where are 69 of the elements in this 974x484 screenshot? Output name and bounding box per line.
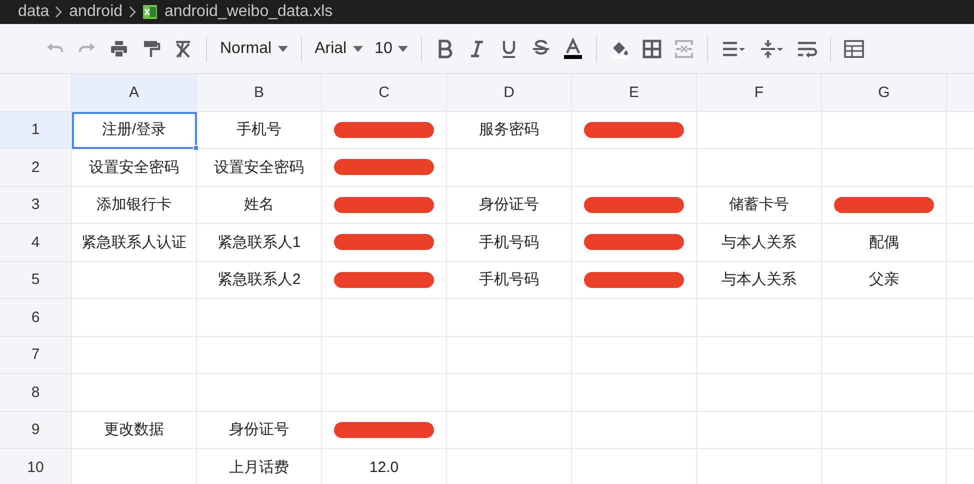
table-cell[interactable] [572,112,697,149]
table-cell[interactable] [322,112,447,149]
row-header[interactable]: 3 [0,186,72,224]
row-header[interactable]: 2 [0,149,72,186]
row-header[interactable]: 7 [0,336,72,374]
table-cell[interactable] [322,149,447,186]
file-name[interactable]: android_weibo_data.xls [164,3,333,21]
table-cell[interactable]: 储蓄卡号 [697,186,822,224]
table-cell[interactable]: 添加银行卡 [72,186,197,224]
table-cell[interactable] [322,224,447,262]
chevron-icon [55,6,64,18]
active-cell[interactable]: 注册/登录 [72,112,197,149]
table-cell[interactable] [322,186,447,224]
table-cell[interactable]: 与本人关系 [697,224,822,262]
column-header[interactable]: A [72,74,197,112]
dropdown-select[interactable]: Arial [314,34,363,64]
clear-format-icon [173,38,193,58]
table-cell[interactable] [322,412,447,449]
column-header[interactable]: G [822,74,947,112]
row-header[interactable]: 4 [0,224,72,262]
caret-icon [352,46,363,52]
table-cell[interactable] [322,262,447,299]
row-header[interactable]: 1 [0,112,72,149]
table-cell[interactable]: 紧急联系人2 [197,262,322,299]
table-cell[interactable] [572,262,697,299]
breadcrumb-link[interactable]: data [18,3,50,21]
row-header[interactable]: 8 [0,374,72,412]
row-header[interactable]: 9 [0,412,72,449]
column-header[interactable]: B [197,74,322,112]
table-cell[interactable]: 父亲 [822,262,947,299]
table-cell[interactable]: 姓名 [197,186,322,224]
dropdown-select[interactable]: 10 [374,34,408,64]
chevron-icon [128,6,137,18]
row-header[interactable]: 6 [0,299,72,336]
table-cell[interactable]: 与本人关系 [697,262,822,299]
fill-handle[interactable] [193,145,199,151]
table-cell[interactable]: 设置安全密码 [197,149,322,186]
caret-icon [398,46,408,52]
row-header[interactable]: 10 [0,449,72,484]
table-icon [844,38,864,58]
table-cell[interactable]: 身份证号 [197,412,322,449]
print-icon [109,38,129,58]
table-cell[interactable]: 手机号 [197,112,322,149]
spreadsheet-file-icon [142,5,157,19]
table-cell[interactable]: 设置安全密码 [72,149,197,186]
table-cell[interactable] [572,224,697,262]
breadcrumb-link[interactable]: android [69,3,123,21]
borders-icon [642,38,662,58]
table-cell[interactable]: 紧急联系人1 [197,224,322,262]
row-header[interactable]: 5 [0,262,72,299]
vertical-align-icon [759,38,786,58]
paint-roller-icon [141,38,161,58]
table-cell[interactable]: 服务密码 [447,112,572,149]
table-cell[interactable]: 手机号码 [447,224,572,262]
merge-cells-icon [674,38,694,58]
dropdown-select[interactable]: Normal [220,34,288,64]
column-header[interactable]: E [572,74,697,112]
table-cell[interactable] [822,186,947,224]
column-header[interactable]: F [697,74,822,112]
table-cell[interactable] [572,186,697,224]
select-all-corner[interactable] [0,74,72,112]
table-cell[interactable]: 身份证号 [447,186,572,224]
table-cell[interactable]: 配偶 [822,224,947,262]
table-cell[interactable]: 更改数据 [72,412,197,449]
column-header[interactable]: C [322,74,447,112]
column-header[interactable]: D [447,74,572,112]
caret-icon [278,46,288,52]
table-cell[interactable]: 紧急联系人认证 [72,224,197,262]
table-cell[interactable]: 手机号码 [447,262,572,299]
